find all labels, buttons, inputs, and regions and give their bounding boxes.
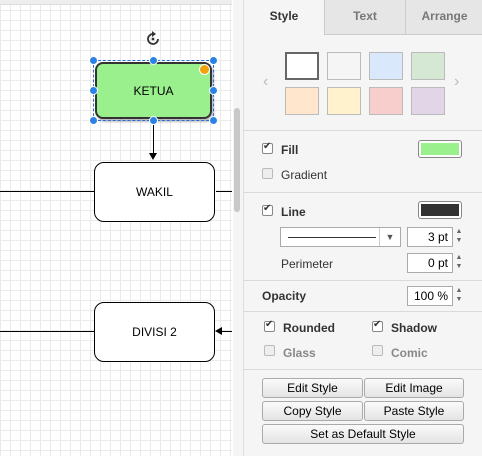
style-swatch[interactable] — [411, 87, 445, 115]
shadow-label: Shadow — [391, 321, 438, 335]
resize-handle-nw[interactable] — [89, 56, 98, 65]
style-swatch[interactable] — [327, 52, 361, 80]
gradient-checkbox[interactable] — [262, 168, 273, 179]
resize-handle-se[interactable] — [209, 116, 218, 125]
diagram-canvas[interactable]: KETUA WAKIL DIVISI 2 — [0, 0, 232, 456]
perimeter-label: Perimeter — [281, 257, 334, 271]
edge-arrowhead — [149, 153, 157, 160]
line-width-input[interactable]: 3 pt — [407, 227, 453, 247]
edge-left-wakil[interactable] — [0, 191, 94, 192]
set-default-style-button[interactable]: Set as Default Style — [262, 424, 464, 444]
resize-handle-sw[interactable] — [89, 116, 98, 125]
fill-color-button[interactable] — [418, 140, 462, 158]
chevron-down-icon: ▼ — [379, 228, 400, 246]
node-label: DIVISI 2 — [132, 325, 177, 339]
line-checkbox[interactable] — [262, 203, 273, 216]
rounded-label: Rounded — [283, 321, 335, 335]
resize-handle-ne[interactable] — [209, 56, 218, 65]
comic-label: Comic — [391, 346, 428, 360]
perimeter-input[interactable]: 0 pt — [407, 253, 453, 273]
glass-label: Glass — [283, 346, 316, 360]
style-swatch[interactable] — [411, 52, 445, 80]
tab-style[interactable]: Style — [244, 0, 324, 35]
paste-style-button[interactable]: Paste Style — [364, 401, 464, 421]
chevron-right-icon[interactable]: › — [454, 73, 459, 91]
edge-ketua-wakil[interactable] — [153, 125, 154, 155]
rotate-icon[interactable] — [145, 31, 161, 47]
selection-outline — [93, 60, 214, 121]
divider — [244, 311, 482, 312]
line-label: Line — [281, 205, 306, 219]
gradient-label: Gradient — [281, 168, 328, 182]
divider — [244, 192, 482, 193]
style-swatch[interactable] — [369, 52, 403, 80]
edit-image-button[interactable]: Edit Image — [364, 378, 464, 398]
edge-arrowhead — [215, 327, 222, 335]
resize-handle-e[interactable] — [209, 86, 218, 95]
tab-arrange[interactable]: Arrange — [405, 0, 482, 35]
divider — [244, 130, 482, 131]
edge-left-divisi2[interactable] — [0, 331, 94, 332]
chevron-left-icon[interactable]: ‹ — [263, 73, 268, 91]
glass-checkbox[interactable] — [264, 345, 275, 356]
fill-checkbox[interactable] — [262, 141, 273, 154]
divider — [244, 369, 482, 370]
rounded-checkbox[interactable] — [264, 319, 275, 332]
node-label: WAKIL — [136, 185, 173, 199]
format-tabs: Style Text Arrange — [244, 0, 482, 35]
edge-right-divisi2[interactable] — [222, 331, 232, 332]
perimeter-stepper[interactable]: ▲ ▼ — [454, 253, 464, 273]
divider — [244, 280, 482, 281]
style-swatch[interactable] — [285, 87, 319, 115]
line-width-stepper[interactable]: ▲ ▼ — [454, 227, 464, 247]
fill-label: Fill — [281, 143, 299, 157]
resize-handle-s[interactable] — [149, 116, 158, 125]
opacity-label: Opacity — [262, 289, 307, 303]
shadow-checkbox[interactable] — [372, 319, 383, 332]
line-style-select[interactable]: ▼ — [280, 227, 401, 247]
resize-handle-n[interactable] — [149, 56, 158, 65]
style-swatch[interactable] — [369, 87, 403, 115]
edit-style-button[interactable]: Edit Style — [262, 378, 363, 398]
copy-style-button[interactable]: Copy Style — [262, 401, 363, 421]
resize-handle-w[interactable] — [89, 86, 98, 95]
style-swatch[interactable] — [285, 52, 319, 80]
edge-wakil-right[interactable] — [216, 191, 232, 192]
format-panel: Style Text Arrange ‹ › Fill Gradient Lin… — [243, 0, 482, 456]
line-color-button[interactable] — [418, 201, 462, 219]
canvas-scrollbar-thumb[interactable] — [234, 108, 240, 212]
canvas-ruler — [0, 0, 232, 5]
opacity-stepper[interactable]: ▲ ▼ — [454, 286, 464, 306]
canvas-scrollbar[interactable] — [233, 0, 243, 456]
line-style-preview — [288, 237, 376, 238]
node-divisi2[interactable]: DIVISI 2 — [94, 302, 215, 362]
opacity-input[interactable]: 100 % — [407, 286, 453, 306]
corner-radius-handle[interactable] — [199, 64, 210, 75]
node-wakil[interactable]: WAKIL — [94, 162, 215, 222]
tab-text[interactable]: Text — [324, 0, 405, 35]
comic-checkbox[interactable] — [372, 345, 383, 356]
style-swatch[interactable] — [327, 87, 361, 115]
